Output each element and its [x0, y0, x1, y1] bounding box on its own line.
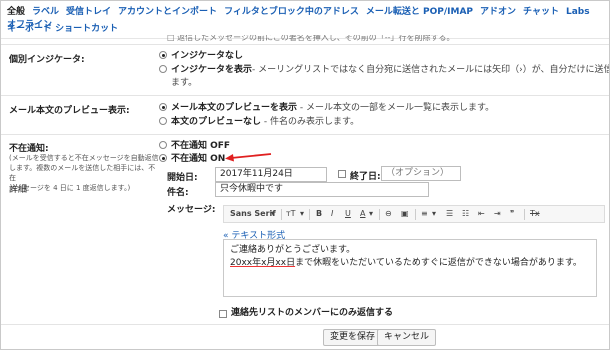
vacation-desc-line2: します。複数のメールを送信した相手には、不在 — [9, 164, 156, 182]
indicators-on-desc-line1: - メーリングリストではなく自分宛に送信されたメールには矢印（›）が、自分だけに… — [252, 65, 610, 75]
vacation-desc-line3: メッセージを 4 日に 1 度返信します。) — [9, 184, 131, 192]
tab-general[interactable]: 全般 — [7, 6, 25, 19]
preview-off-radio[interactable] — [159, 117, 167, 125]
divider — [1, 324, 609, 325]
save-changes-button[interactable]: 変更を保存 — [323, 329, 383, 346]
bold-icon[interactable]: B — [316, 209, 322, 218]
vacation-on-text: 不在通知 ON — [171, 154, 226, 164]
preview-off-text: 本文のプレビューなし — [171, 117, 262, 127]
preview-on-desc: - メール本文の一部をメール一覧に表示します。 — [297, 103, 495, 113]
underline-icon[interactable]: U — [345, 209, 351, 218]
tab-labs[interactable]: Labs — [566, 6, 590, 19]
message-label: メッセージ: — [167, 205, 216, 215]
clipped-signature-option: □ 返信したメッセージの前にこの著名を挿入し、その前の「--」行を削除する。 — [167, 35, 455, 41]
vacation-on-option[interactable]: 不在通知 ON — [159, 154, 225, 165]
text-color-dropdown-icon[interactable]: ▾ — [369, 209, 373, 218]
remove-formatting-icon[interactable]: Tx — [530, 209, 540, 218]
align-icon[interactable]: ≡ — [421, 209, 428, 218]
indent-less-icon[interactable]: ⇤ — [478, 209, 485, 218]
preview-on-option[interactable]: メール本文のプレビューを表示 - メール本文の一部をメール一覧に表示します。 — [159, 103, 494, 114]
indicators-off-text: インジケータなし — [171, 51, 244, 61]
end-date-input[interactable]: （オプション） — [381, 166, 461, 181]
preview-on-text: メール本文のプレビューを表示 — [171, 103, 298, 113]
quote-icon[interactable]: ❞ — [510, 209, 514, 218]
message-date-underlined: 20xx年x月xx日 — [230, 258, 296, 268]
toolbar-separator — [524, 209, 525, 220]
formatting-toolbar: Sans Serif ▾ тT ▾ B I U A ▾ ⊖ ▣ ≡ ▾ ☰ ☷ … — [223, 205, 605, 223]
preview-on-radio[interactable] — [159, 103, 167, 111]
divider — [1, 95, 609, 96]
font-family-select[interactable]: Sans Serif — [230, 209, 276, 218]
indicators-on-text: インジケータを表示 — [171, 65, 253, 75]
start-date-label: 開始日: — [167, 173, 198, 183]
vacation-desc-line1: (メールを受信すると不在メッセージを自動返信 — [9, 154, 159, 162]
tab-forwarding-pop[interactable]: メール転送と POP/IMAP — [366, 6, 473, 19]
settings-frame: 全般 ラベル 受信トレイ アカウントとインポート フィルタとブロック中のアドレス メール転… — [0, 0, 610, 350]
preview-off-option[interactable]: 本文のプレビューなし - 件名のみ表示します。 — [159, 117, 359, 128]
indent-more-icon[interactable]: ⇥ — [494, 209, 501, 218]
italic-icon[interactable]: I — [331, 209, 333, 218]
vacation-off-radio[interactable] — [159, 141, 167, 149]
align-dropdown-icon[interactable]: ▾ — [432, 209, 436, 218]
font-family-dropdown-icon[interactable]: ▾ — [271, 209, 275, 218]
vacation-on-radio[interactable] — [159, 154, 167, 162]
indicators-off-option[interactable]: インジケータなし — [159, 51, 243, 62]
annotation-arrow-icon — [225, 153, 272, 162]
indicators-label: 個別インジケータ: — [9, 55, 85, 65]
image-icon[interactable]: ▣ — [401, 209, 409, 218]
toolbar-separator — [281, 209, 282, 220]
vacation-off-text: 不在通知 OFF — [171, 141, 231, 151]
toolbar-separator — [379, 209, 380, 220]
preview-label: メール本文のプレビュー表示: — [9, 106, 130, 116]
bulleted-list-icon[interactable]: ☷ — [462, 209, 469, 218]
message-editor[interactable]: ご連絡ありがとうございます。 20xx年x月xx日まで休暇をいただいているためす… — [223, 239, 597, 297]
message-line2: 20xx年x月xx日まで休暇をいただいているためすぐに返信ができない場合がありま… — [230, 257, 590, 270]
indicators-on-option[interactable]: インジケータを表示- メーリングリストではなく自分宛に送信されたメールには矢印（… — [159, 65, 610, 76]
cancel-button[interactable]: キャンセル — [377, 329, 437, 346]
subject-input[interactable]: 只今休暇中です — [215, 182, 429, 197]
subject-label: 件名: — [167, 188, 189, 198]
vacation-description: (メールを受信すると不在メッセージを自動返信 します。複数のメールを送信した相手… — [9, 153, 159, 193]
toolbar-separator — [309, 209, 310, 220]
contacts-only-label: 連絡先リストのメンバーにのみ返信する — [231, 308, 394, 318]
tab-inbox[interactable]: 受信トレイ — [66, 6, 111, 19]
preview-off-desc: - 件名のみ表示します。 — [261, 117, 360, 127]
tab-accounts-import[interactable]: アカウントとインポート — [118, 6, 217, 19]
contacts-only-checkbox[interactable] — [219, 310, 227, 318]
message-line2-rest: まで休暇をいただいているためすぐに返信ができない場合があります。 — [295, 258, 582, 268]
indicators-on-radio[interactable] — [159, 65, 167, 73]
indicators-on-desc-line2: ます。 — [171, 78, 198, 88]
message-line1: ご連絡ありがとうございます。 — [230, 245, 356, 255]
font-size-dropdown-icon[interactable]: ▾ — [300, 209, 304, 218]
end-date-checkbox[interactable] — [338, 170, 346, 178]
indicators-off-radio[interactable] — [159, 51, 167, 59]
text-color-icon[interactable]: A — [360, 209, 365, 218]
divider — [1, 134, 609, 135]
tab-chat[interactable]: チャット — [523, 6, 559, 19]
tab-labels[interactable]: ラベル — [32, 6, 59, 19]
tab-addons[interactable]: アドオン — [480, 6, 516, 19]
numbered-list-icon[interactable]: ☰ — [446, 209, 453, 218]
font-size-icon[interactable]: тT — [286, 209, 296, 218]
settings-tabs-row2: キーボード ショートカット — [7, 21, 125, 34]
vacation-off-option[interactable]: 不在通知 OFF — [159, 141, 230, 152]
divider — [1, 44, 609, 45]
tab-keyboard-shortcuts[interactable]: キーボード ショートカット — [7, 21, 118, 34]
link-icon[interactable]: ⊖ — [385, 209, 392, 218]
toolbar-separator — [415, 209, 416, 220]
start-date-input[interactable]: 2017年11月24日 — [215, 167, 327, 182]
vacation-details-link[interactable]: 詳細 — [9, 185, 27, 196]
tab-filters[interactable]: フィルタとブロック中のアドレス — [224, 6, 359, 19]
end-date-label: 終了日: — [350, 172, 381, 182]
